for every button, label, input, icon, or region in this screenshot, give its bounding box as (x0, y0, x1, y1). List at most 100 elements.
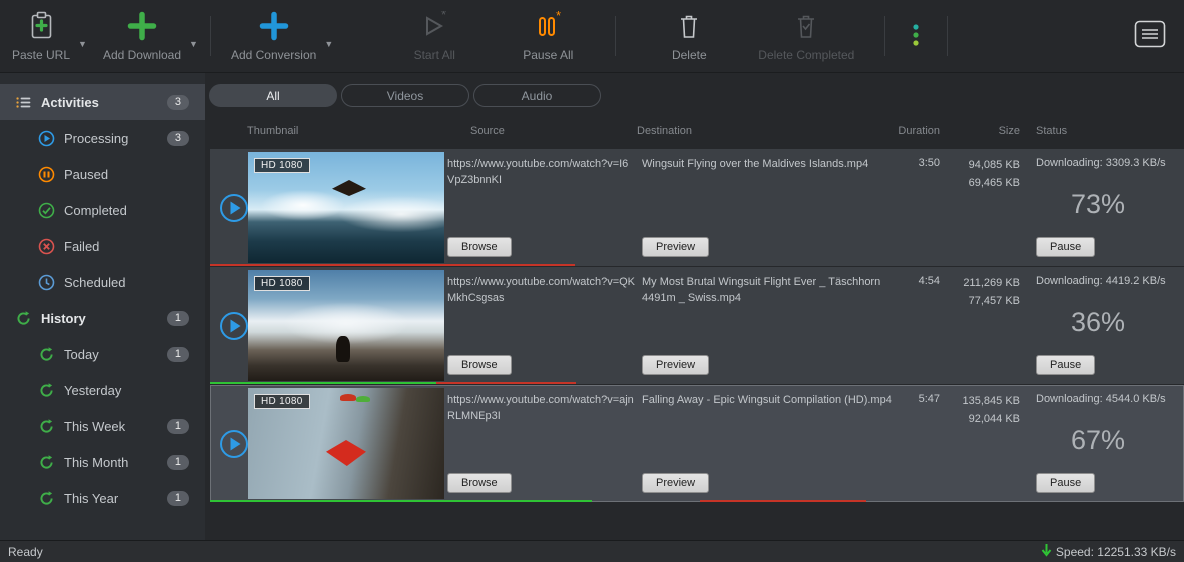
video-thumbnail[interactable]: HD 1080 (248, 388, 444, 499)
progress-percent: 73% (1071, 189, 1125, 220)
this-week-refresh-icon (38, 418, 55, 435)
delete-button[interactable]: Delete (654, 0, 724, 72)
sidebar-item-activities[interactable]: Activities 3 (0, 84, 205, 120)
add-download-plus-icon (127, 11, 157, 41)
tab-audio[interactable]: Audio (473, 84, 601, 107)
paste-url-button[interactable]: Paste URL (0, 0, 82, 72)
svg-text:*: * (556, 11, 561, 23)
toolbar-separator (884, 16, 885, 56)
quality-badge: HD 1080 (254, 158, 310, 173)
sidebar-item-yesterday[interactable]: Yesterday (0, 372, 205, 408)
download-row-selected[interactable]: HD 1080 https://www.youtube.com/watch?v=… (210, 385, 1184, 502)
progress-line (210, 500, 592, 502)
column-header-duration[interactable]: Duration (885, 125, 940, 137)
toolbar: Paste URL ▼ Add Download ▼ Add Conversio… (0, 0, 1184, 73)
add-conversion-button[interactable]: Add Conversion (219, 0, 328, 72)
tab-all[interactable]: All (209, 84, 337, 107)
column-header-size[interactable]: Size (950, 125, 1020, 137)
sidebar-item-badge: 3 (167, 95, 189, 110)
menu-button[interactable] (1116, 0, 1184, 72)
delete-trash-icon (677, 11, 701, 41)
column-header-status[interactable]: Status (1036, 125, 1067, 137)
sidebar-item-label: This Year (64, 491, 118, 506)
preview-button[interactable]: Preview (642, 355, 709, 375)
sidebar-item-label: Paused (64, 167, 108, 182)
pause-button[interactable]: Pause (1036, 355, 1095, 375)
more-options-dots-button[interactable] (893, 0, 939, 72)
sidebar-item-label: This Month (64, 455, 128, 470)
paste-url-dropdown-arrow[interactable]: ▼ (78, 39, 87, 49)
column-header-source[interactable]: Source (470, 125, 505, 137)
row-play-button[interactable] (219, 311, 249, 341)
size-downloaded: 92,044 KB (930, 411, 1020, 429)
size-total: 94,085 KB (930, 157, 1020, 175)
download-row[interactable]: HD 1080 https://www.youtube.com/watch?v=… (210, 149, 1184, 266)
parachute-canopy (340, 394, 356, 401)
toolbar-separator (210, 16, 211, 56)
sidebar-item-label: Completed (64, 203, 127, 218)
history-refresh-icon (15, 310, 32, 327)
preview-button[interactable]: Preview (642, 237, 709, 257)
row-play-button[interactable] (219, 193, 249, 223)
sidebar-item-label: Activities (41, 95, 99, 110)
sidebar-item-badge: 1 (167, 455, 189, 470)
status-text: Downloading: 3309.3 KB/s (1036, 157, 1184, 169)
destination-filename: My Most Brutal Wingsuit Flight Ever _ Tä… (642, 275, 894, 307)
sidebar-item-badge: 3 (167, 131, 189, 146)
browse-button[interactable]: Browse (447, 473, 512, 493)
destination-filename: Wingsuit Flying over the Maldives Island… (642, 157, 894, 173)
pause-all-label: Pause All (523, 48, 573, 62)
add-download-dropdown-arrow[interactable]: ▼ (189, 39, 198, 49)
preview-button[interactable]: Preview (642, 473, 709, 493)
start-all-button[interactable]: * Start All (399, 0, 469, 72)
sidebar-item-today[interactable]: Today 1 (0, 336, 205, 372)
sidebar-item-processing[interactable]: Processing 3 (0, 120, 205, 156)
column-header-destination[interactable]: Destination (637, 125, 692, 137)
browse-button[interactable]: Browse (447, 355, 512, 375)
this-month-refresh-icon (38, 454, 55, 471)
add-download-button[interactable]: Add Download (91, 0, 193, 72)
speed-text: Speed: 12251.33 KB/s (1056, 545, 1176, 559)
sidebar-item-this-week[interactable]: This Week 1 (0, 408, 205, 444)
size-total: 211,269 KB (930, 275, 1020, 293)
delete-completed-button[interactable]: Delete Completed (746, 0, 866, 72)
start-all-play-icon: * (420, 11, 448, 41)
sidebar-item-failed[interactable]: Failed (0, 228, 205, 264)
sidebar-item-label: Processing (64, 131, 128, 146)
sidebar-item-scheduled[interactable]: Scheduled (0, 264, 205, 300)
add-conversion-dropdown-arrow[interactable]: ▼ (324, 39, 333, 49)
failed-x-icon (38, 238, 55, 255)
tab-videos-label: Videos (387, 89, 423, 103)
row-play-button[interactable] (219, 429, 249, 459)
progress-line (700, 500, 866, 502)
colored-dots-icon (911, 21, 921, 51)
sidebar-item-paused[interactable]: Paused (0, 156, 205, 192)
size-downloaded: 69,465 KB (930, 175, 1020, 193)
video-thumbnail[interactable]: HD 1080 (248, 152, 444, 263)
quality-badge: HD 1080 (254, 276, 310, 291)
download-row[interactable]: HD 1080 https://www.youtube.com/watch?v=… (210, 267, 1184, 384)
pause-button[interactable]: Pause (1036, 473, 1095, 493)
tab-all-label: All (266, 89, 279, 103)
browse-button[interactable]: Browse (447, 237, 512, 257)
video-thumbnail[interactable]: HD 1080 (248, 270, 444, 381)
pause-button[interactable]: Pause (1036, 237, 1095, 257)
sidebar-item-badge: 1 (167, 311, 189, 326)
size-downloaded: 77,457 KB (930, 293, 1020, 311)
tab-videos[interactable]: Videos (341, 84, 469, 107)
column-header-thumbnail[interactable]: Thumbnail (247, 125, 298, 137)
sidebar-item-this-year[interactable]: This Year 1 (0, 480, 205, 516)
pause-all-button[interactable]: * Pause All (511, 0, 585, 72)
processing-play-icon (38, 130, 55, 147)
progress-percent: 36% (1071, 307, 1125, 338)
climber-figure (336, 336, 350, 362)
sidebar-item-completed[interactable]: Completed (0, 192, 205, 228)
toolbar-separator (947, 16, 948, 56)
source-url: https://www.youtube.com/watch?v=QKMkhCsg… (447, 275, 635, 307)
sidebar-item-label: Today (64, 347, 99, 362)
sidebar-item-history[interactable]: History 1 (0, 300, 205, 336)
delete-completed-trash-check-icon (794, 11, 818, 41)
sidebar-item-this-month[interactable]: This Month 1 (0, 444, 205, 480)
source-url: https://www.youtube.com/watch?v=I6VpZ3bn… (447, 157, 635, 189)
activities-list-icon (15, 94, 32, 111)
